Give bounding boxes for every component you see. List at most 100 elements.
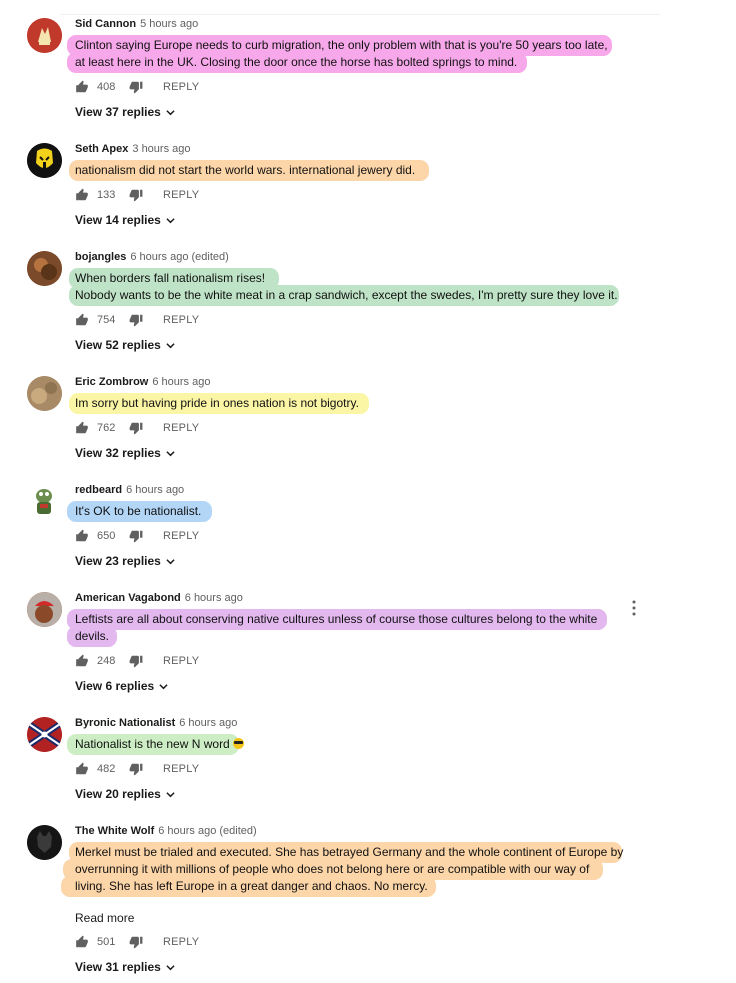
author-name[interactable]: Sid Cannon [75,18,136,30]
timestamp[interactable]: 6 hours ago [179,717,237,729]
timestamp[interactable]: 6 hours ago (edited) [130,251,228,263]
avatar[interactable] [27,484,62,519]
thumbs-up-icon[interactable] [75,654,89,668]
timestamp[interactable]: 5 hours ago [140,18,198,30]
comment-text: Nationalist is the new N word [67,734,635,755]
avatar[interactable] [27,18,62,53]
comment-line: overrunning it with millions of people w… [63,859,635,880]
like-count: 501 [97,936,116,948]
thumbs-up-icon[interactable] [75,188,89,202]
comment-actions: 754 REPLY [75,313,199,327]
comment-actions: 408 REPLY [75,80,199,94]
reply-button[interactable]: REPLY [163,189,199,201]
view-replies-button[interactable]: View 6 replies [75,679,168,693]
view-replies-button[interactable]: View 37 replies [75,105,175,119]
frog-icon [36,489,52,514]
timestamp[interactable]: 6 hours ago [152,376,210,388]
thumbs-up-icon[interactable] [75,762,89,776]
timestamp[interactable]: 3 hours ago [132,143,190,155]
thumbs-down-icon[interactable] [129,421,143,435]
comment-line: Merkel must be trialed and executed. She… [69,842,635,863]
author-name[interactable]: bojangles [75,251,126,263]
author-name[interactable]: The White Wolf [75,825,154,837]
comment-header: Seth Apex 3 hours ago [75,143,191,156]
separator [60,14,660,15]
chevron-down-icon [166,791,175,797]
avatar[interactable] [27,143,62,178]
reply-button[interactable]: REPLY [163,763,199,775]
reply-button[interactable]: REPLY [163,314,199,326]
comment-actions: 248 REPLY [75,654,199,668]
timestamp[interactable]: 6 hours ago [126,484,184,496]
thumbs-down-icon[interactable] [129,762,143,776]
like-count: 248 [97,655,116,667]
avatar[interactable] [27,825,62,860]
view-replies-button[interactable]: View 31 replies [75,960,175,974]
timestamp[interactable]: 6 hours ago [185,592,243,604]
comment-actions: 762 REPLY [75,421,199,435]
thumbs-down-icon[interactable] [129,654,143,668]
comment-text: Leftists are all about conserving native… [67,609,635,647]
comment-actions: 482 REPLY [75,762,199,776]
thumbs-down-icon[interactable] [129,80,143,94]
comment-header: bojangles 6 hours ago (edited) [75,251,229,264]
like-count: 754 [97,314,116,326]
photo-icon [27,592,62,627]
wolf-icon [27,825,62,860]
reply-button[interactable]: REPLY [163,81,199,93]
comment-line: It's OK to be nationalist. [67,501,635,522]
thumbs-down-icon[interactable] [129,935,143,949]
view-replies-button[interactable]: View 14 replies [75,213,175,227]
avatar[interactable] [27,251,62,286]
flag-icon [27,717,62,752]
comment-line: nationalism did not start the world wars… [69,160,635,181]
comment-line: Nobody wants to be the white meat in a c… [69,285,635,306]
like-count: 133 [97,189,116,201]
avatar[interactable] [27,376,62,411]
thumbs-up-icon[interactable] [75,935,89,949]
view-replies-button[interactable]: View 52 replies [75,338,175,352]
view-replies-button[interactable]: View 23 replies [75,554,175,568]
comment-line: Nationalist is the new N word [67,734,635,755]
reply-button[interactable]: REPLY [163,422,199,434]
chevron-down-icon [166,109,175,115]
avatar[interactable] [27,592,62,627]
author-name[interactable]: Eric Zombrow [75,376,148,388]
chevron-down-icon [166,450,175,456]
comment-line: Clinton saying Europe needs to curb migr… [67,35,635,56]
reply-button[interactable]: REPLY [163,936,199,948]
crest-icon [27,18,62,53]
comment-text: Im sorry but having pride in ones nation… [69,393,635,414]
author-name[interactable]: redbeard [75,484,122,496]
view-replies-button[interactable]: View 32 replies [75,446,175,460]
comment-actions: 650 REPLY [75,529,199,543]
comment-line: devils. [67,626,635,647]
timestamp[interactable]: 6 hours ago (edited) [158,825,256,837]
thumbs-down-icon[interactable] [129,529,143,543]
reply-button[interactable]: REPLY [163,655,199,667]
comment-text: It's OK to be nationalist. [67,501,635,522]
comment-actions: 501 REPLY [75,935,199,949]
comment-text: nationalism did not start the world wars… [69,160,635,181]
author-name[interactable]: Byronic Nationalist [75,717,175,729]
thumbs-up-icon[interactable] [75,313,89,327]
reply-button[interactable]: REPLY [163,530,199,542]
avatar[interactable] [27,717,62,752]
thumbs-up-icon[interactable] [75,80,89,94]
like-count: 408 [97,81,116,93]
comment-header: The White Wolf 6 hours ago (edited) [75,825,257,838]
photo-icon [27,251,62,286]
thumbs-down-icon[interactable] [129,188,143,202]
photo-icon [27,376,62,411]
author-name[interactable]: American Vagabond [75,592,181,604]
comment-actions: 133 REPLY [75,188,199,202]
chevron-down-icon [166,217,175,223]
thumbs-down-icon[interactable] [129,313,143,327]
thumbs-up-icon[interactable] [75,529,89,543]
read-more-button[interactable]: Read more [75,911,134,925]
view-replies-button[interactable]: View 20 replies [75,787,175,801]
thumbs-up-icon[interactable] [75,421,89,435]
sunglasses-emoji-icon [232,738,244,749]
author-name[interactable]: Seth Apex [75,143,128,155]
comment-text: Merkel must be trialed and executed. She… [61,842,635,897]
